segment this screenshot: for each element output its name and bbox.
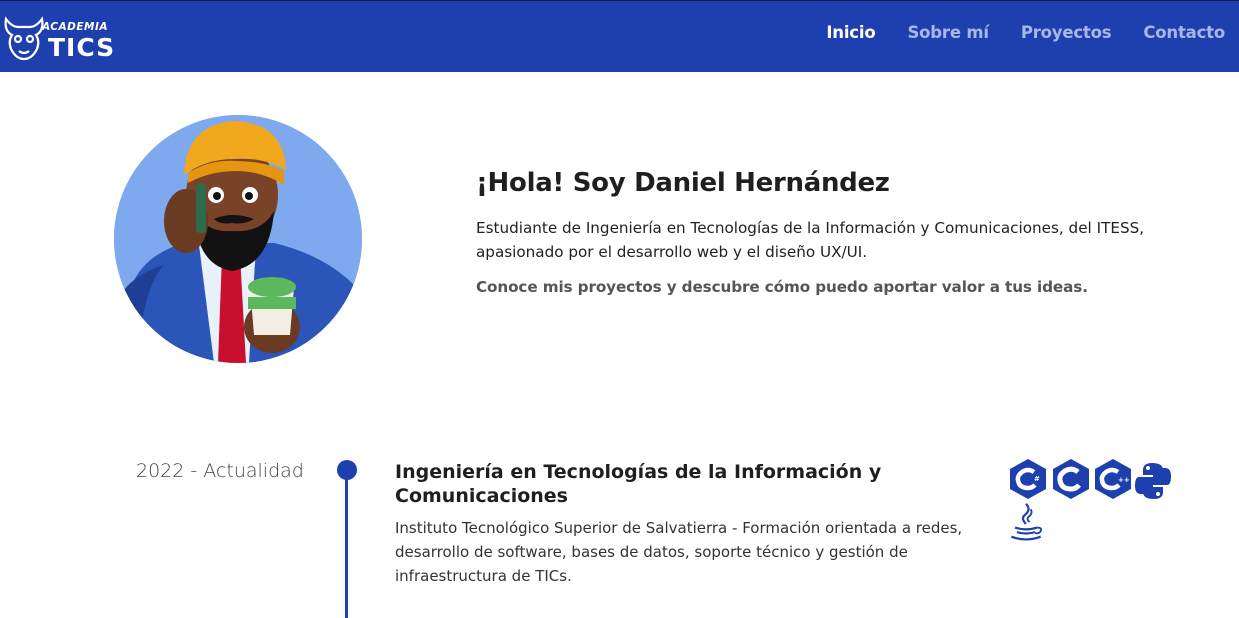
hero-cta-text: Conoce mis proyectos y descubre cómo pue…: [476, 278, 1088, 296]
csharp-icon: #: [1010, 459, 1046, 499]
nav-link-inicio[interactable]: Inicio: [826, 23, 875, 42]
timeline-dot: [337, 460, 357, 480]
hero-section: ¡Hola! Soy Daniel Hernández Estudiante d…: [476, 168, 1176, 296]
nav-link-contacto[interactable]: Contacto: [1143, 23, 1225, 42]
nav-link-sobre-mi[interactable]: Sobre mí: [907, 23, 989, 42]
timeline-date: 2022 - Actualidad: [136, 460, 304, 482]
python-icon: [1135, 463, 1171, 499]
c-icon: [1053, 459, 1089, 499]
hero-description: Estudiante de Ingeniería en Tecnologías …: [476, 219, 1145, 261]
logo-text-bottom: TICS: [48, 33, 115, 62]
academia-tics-logo[interactable]: ACADEMIA TICS: [2, 11, 126, 63]
java-icon: [1011, 503, 1042, 541]
cplusplus-icon: ++: [1095, 459, 1131, 499]
tech-icons: # ++: [1006, 458, 1176, 550]
svg-text:#: #: [1034, 475, 1040, 483]
svg-text:++: ++: [1118, 476, 1130, 484]
timeline-line: [345, 470, 348, 618]
navbar: ACADEMIA TICS Inicio Sobre mí Proyectos …: [0, 0, 1239, 72]
profile-avatar: [114, 115, 362, 363]
hero-title: ¡Hola! Soy Daniel Hernández: [476, 168, 890, 198]
timeline-item: Ingeniería en Tecnologías de la Informac…: [395, 460, 995, 588]
timeline-description: Instituto Tecnológico Superior de Salvat…: [395, 519, 963, 585]
timeline-title: Ingeniería en Tecnologías de la Informac…: [395, 461, 882, 507]
logo-text-top: ACADEMIA: [41, 21, 108, 33]
nav-link-proyectos[interactable]: Proyectos: [1021, 23, 1112, 42]
main-nav: Inicio Sobre mí Proyectos Contacto: [826, 23, 1225, 42]
